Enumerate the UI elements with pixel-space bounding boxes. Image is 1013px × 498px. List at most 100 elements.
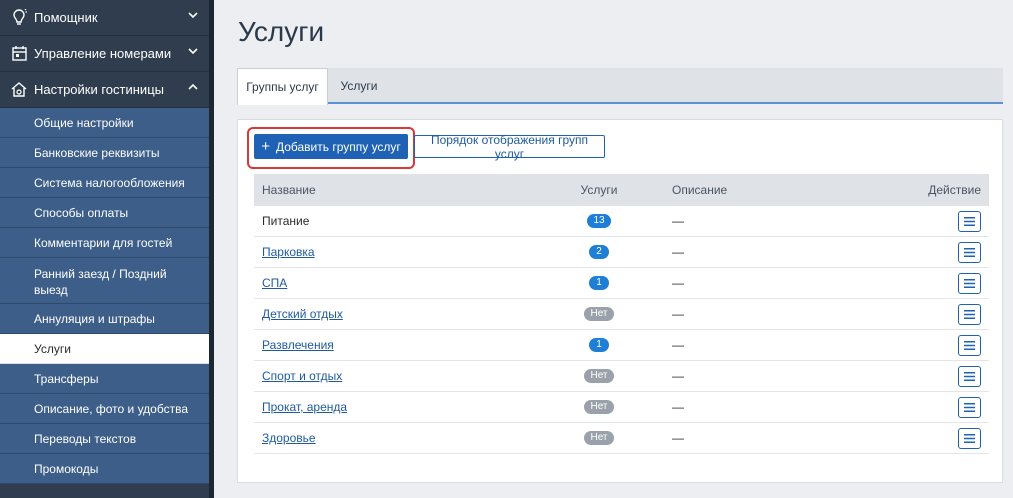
services-count-cell: Нет [564,423,634,453]
group-name-cell: Парковка [262,237,315,267]
group-name-link[interactable]: Прокат, аренда [262,400,347,414]
page-title: Услуги [238,16,325,47]
group-description: — [672,245,684,259]
service-groups-panel: + Добавить группу услуг Порядок отображе… [237,119,1003,483]
sidebar-item-assistant[interactable]: Помощник [0,0,209,36]
action-cell [958,423,981,453]
action-cell [958,361,981,391]
table-row: Детский отдых Нет — [254,299,989,330]
services-count-badge: 1 [589,338,609,352]
sidebar-subitem-transfers[interactable]: Трансферы [0,364,209,394]
sidebar-subitem-description-photos[interactable]: Описание, фото и удобства [0,394,209,424]
sidebar-subitem-payment-methods[interactable]: Способы оплаты [0,198,209,228]
sidebar-subitem-bank-details[interactable]: Банковские реквизиты [0,138,209,168]
sidebar-item-rooms[interactable]: Управление номерами [0,36,209,72]
row-menu-button[interactable] [958,303,981,325]
action-cell [958,206,981,236]
sidebar-subitem-label: Общие настройки [34,115,134,130]
action-cell [958,392,981,422]
sidebar-subitem-label: Трансферы [34,371,99,386]
tab-service-groups[interactable]: Группы услуг [237,68,328,105]
sidebar-subitem-translations[interactable]: Переводы текстов [0,424,209,454]
sidebar-subitem-label: Система налогообложения [34,175,185,190]
row-menu-button[interactable] [958,427,981,449]
sidebar-subitem-label: Аннуляция и штрафы [34,311,155,326]
row-menu-button[interactable] [958,334,981,356]
sidebar-item-label: Помощник [34,10,98,25]
sidebar-subitem-general[interactable]: Общие настройки [0,108,209,138]
group-name-link[interactable]: Развлечения [262,338,334,352]
group-name-cell: СПА [262,268,287,298]
services-count-cell: 2 [564,237,634,267]
sidebar-subitem-guest-comments[interactable]: Комментарии для гостей [0,228,209,258]
row-menu-button[interactable] [958,210,981,232]
group-name-cell: Развлечения [262,330,334,360]
sidebar-item-label: Управление номерами [34,46,172,61]
group-description: — [672,214,684,228]
row-menu-button[interactable] [958,365,981,387]
add-service-group-button[interactable]: + Добавить группу услуг [254,134,408,159]
table-row: Развлечения 1 — [254,330,989,361]
tab-bar: Группы услуг Услуги [237,68,1003,105]
chevron-down-icon [187,9,199,21]
group-description: — [672,307,684,321]
sidebar: Помощник Управление номерами Настройки г… [0,0,214,498]
table-row: Прокат, аренда Нет — [254,392,989,423]
menu-icon [964,216,975,226]
chevron-up-icon [187,81,199,93]
header-services: Услуги [580,183,618,197]
services-count-cell: Нет [564,361,634,391]
group-description: — [672,276,684,290]
sidebar-item-hotel-settings[interactable]: Настройки гостиницы [0,72,209,108]
sidebar-subitem-label: Промокоды [34,461,99,476]
group-order-button[interactable]: Порядок отображения групп услуг [414,133,605,161]
sidebar-subitem-taxation[interactable]: Система налогообложения [0,168,209,198]
menu-icon [964,433,975,443]
sidebar-item-label: Настройки гостиницы [34,82,164,97]
table-row: Питание 13 — [254,206,989,237]
sidebar-subitem-label: Услуги [34,341,71,356]
header-name: Название [262,183,316,197]
menu-icon [964,247,975,257]
calendar-icon [8,46,30,61]
group-name-link[interactable]: Здоровье [262,431,316,445]
sidebar-subitem-cancellation[interactable]: Аннуляция и штрафы [0,304,209,334]
group-name-cell: Спорт и отдых [262,361,342,391]
services-count-cell: Нет [564,392,634,422]
row-menu-button[interactable] [958,272,981,294]
menu-icon [964,340,975,350]
sidebar-subitem-label: Переводы текстов [34,431,137,446]
group-name-link[interactable]: Спорт и отдых [262,369,342,383]
table-row: Парковка 2 — [254,237,989,268]
table-row: Здоровье Нет — [254,423,989,454]
plus-icon: + [261,138,270,155]
action-cell [958,330,981,360]
table-header: Название Услуги Описание Действие [254,174,989,206]
group-description: — [672,338,684,352]
row-menu-button[interactable] [958,396,981,418]
sidebar-subitem-label: Комментарии для гостей [34,235,173,250]
hotel-settings-submenu: Общие настройки Банковские реквизиты Сис… [0,108,209,484]
table-row: Спорт и отдых Нет — [254,361,989,392]
lightbulb-icon [8,8,30,27]
services-count-badge: 2 [589,245,609,259]
table-row: СПА 1 — [254,268,989,299]
header-description: Описание [672,183,728,197]
services-count-cell: 1 [564,330,634,360]
sidebar-subitem-label: Банковские реквизиты [34,145,160,160]
action-cell [958,237,981,267]
services-count-badge: Нет [584,369,614,383]
sidebar-subitem-early-late[interactable]: Ранний заезд / Поздний выезд [0,258,209,304]
group-name-link[interactable]: Парковка [262,245,315,259]
group-name-link[interactable]: Детский отдых [262,307,343,321]
sidebar-subitem-services[interactable]: Услуги [0,334,209,364]
row-menu-button[interactable] [958,241,981,263]
group-name-link[interactable]: СПА [262,276,287,290]
group-description: — [672,431,684,445]
button-label: Добавить группу услуг [275,139,401,154]
group-name-cell: Прокат, аренда [262,392,347,422]
tab-services[interactable]: Услуги [329,68,389,104]
sidebar-subitem-promocodes[interactable]: Промокоды [0,454,209,484]
menu-icon [964,309,975,319]
menu-icon [964,402,975,412]
